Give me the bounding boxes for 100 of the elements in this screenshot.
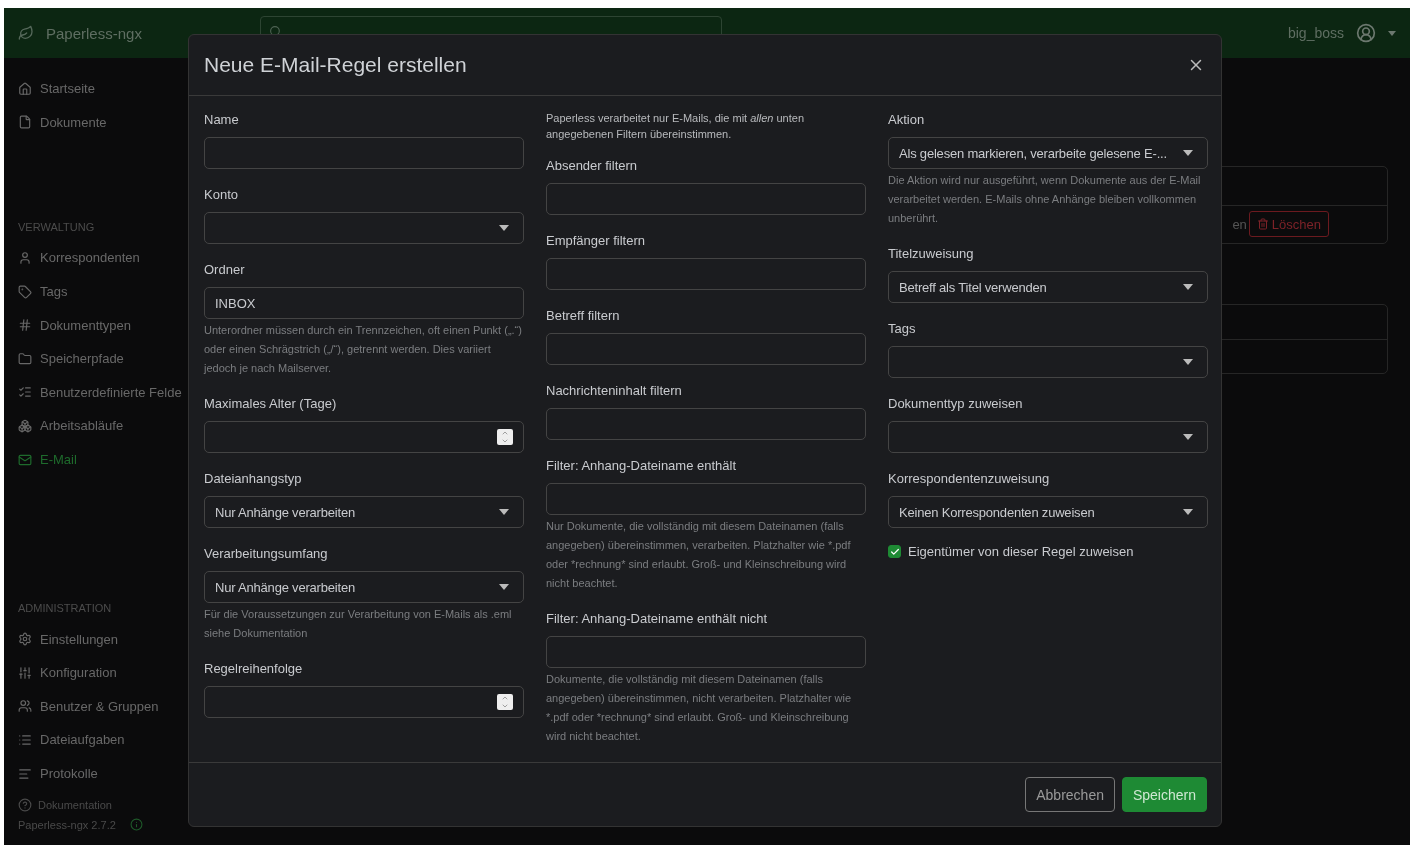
sidebar-item[interactable]: Konfiguration (18, 655, 117, 690)
sidebar-icon (18, 766, 32, 781)
info-icon[interactable] (129, 818, 143, 832)
save-button[interactable]: Speichern (1121, 777, 1207, 812)
field-label: Konto (204, 186, 239, 205)
select-dropdown[interactable] (204, 212, 524, 245)
sidebar-item[interactable]: Arbeitsabläufe (18, 409, 124, 443)
brand-name[interactable]: Paperless-ngx (46, 24, 142, 42)
sidebar-item[interactable]: E-Mail (18, 442, 77, 477)
field-label: Absender filtern (546, 157, 639, 176)
sidebar-icon (18, 318, 32, 333)
version-text: Paperless-ngx 2.7.2 (18, 818, 116, 831)
sidebar-icon (18, 81, 32, 96)
sidebar-item[interactable]: Startseite (18, 72, 95, 106)
select-dropdown[interactable]: Nur Anhänge verarbeiten (204, 496, 524, 529)
field-label: Dokumenttyp zuweisen (888, 395, 1024, 414)
sidebar-icon (18, 632, 32, 647)
spinner-icon[interactable] (497, 429, 513, 446)
sidebar-icon (18, 452, 32, 467)
username[interactable]: big_boss (1287, 25, 1344, 41)
caret-icon (499, 584, 509, 591)
documentation-link[interactable]: Dokumentation (18, 798, 112, 813)
partial-text: en (1232, 216, 1247, 232)
sidebar-item[interactable]: Speicherpfade (18, 341, 124, 376)
caret-icon (1183, 509, 1193, 516)
select-dropdown[interactable]: Keinen Korrespondenten zuweisen (888, 496, 1208, 529)
select-dropdown[interactable] (888, 421, 1208, 454)
sidebar-icon (18, 385, 32, 400)
sidebar-item[interactable]: Protokolle (18, 756, 98, 791)
sidebar-item[interactable]: Dokumenttypen (18, 308, 132, 342)
text-input[interactable] (546, 333, 866, 366)
caret-icon (499, 225, 509, 232)
delete-button[interactable]: Löschen (1248, 211, 1329, 238)
text-input[interactable]: INBOX (204, 287, 524, 320)
sidebar-item[interactable]: Dokumente (18, 105, 107, 140)
caret-icon (1388, 30, 1396, 36)
field-label: Titelzuweisung (888, 245, 975, 264)
text-input[interactable] (546, 408, 866, 441)
sidebar-item[interactable]: Benutzerdefinierte Felde (18, 375, 182, 410)
section-heading: ADMINISTRATION (18, 601, 112, 615)
field-label: Filter: Anhang-Dateiname enthält (546, 457, 738, 476)
sidebar-icon (18, 115, 32, 130)
sidebar-item[interactable]: Tags (18, 274, 68, 309)
caret-icon (1183, 359, 1193, 366)
field-label: Maximales Alter (Tage) (204, 395, 338, 414)
caret-icon (1183, 150, 1193, 157)
sidebar-icon (18, 351, 32, 366)
number-input[interactable] (204, 421, 524, 454)
text-input[interactable] (546, 636, 866, 669)
select-dropdown[interactable]: Betreff als Titel verwenden (888, 271, 1208, 304)
sidebar-icon (18, 732, 32, 747)
field-label: Tags (888, 320, 917, 339)
help-text: Die Aktion wird nur ausgeführt, wenn Dokumente aus der E-Mail verarbeitet werden. E-Mails ohne Anhänge bleiben vollkommen unberührt. (888, 173, 1202, 227)
field-label: Filter: Anhang-Dateiname enthält nicht (546, 610, 769, 629)
field-label: Betreff filtern (546, 307, 621, 326)
leaf-icon (18, 25, 34, 41)
sidebar-icon (18, 699, 32, 714)
field-label: Ordner (204, 261, 246, 280)
sidebar-item[interactable]: Einstellungen (18, 622, 119, 656)
text-input[interactable] (204, 137, 524, 170)
field-label: Korrespondentenzuweisung (888, 470, 1051, 489)
sidebar-item[interactable]: Korrespondenten (18, 241, 140, 275)
help-text: Dokumente, die vollständig mit diesem Dateinamen (falls angegeben) übereinstimmen, nicht verarbeiten. Platzhalter wie *.pdf oder *rechnung* sind erlaubt. Groß- und Kleinschreibung wird nicht beachtet. (546, 672, 853, 745)
sidebar-icon (18, 418, 32, 433)
text-input[interactable] (546, 258, 866, 291)
user-avatar-icon[interactable] (1356, 23, 1376, 43)
sidebar-icon (18, 665, 32, 680)
checkbox[interactable] (888, 545, 901, 559)
sidebar-item[interactable]: Benutzer & Gruppen (18, 689, 159, 724)
field-label: Name (204, 111, 240, 130)
field-label: Aktion (888, 111, 926, 130)
select-dropdown[interactable]: Nur Anhänge verarbeiten (204, 571, 524, 604)
sidebar-icon (18, 251, 32, 265)
help-icon (18, 798, 32, 813)
field-label: Verarbeitungsumfang (204, 545, 329, 564)
sidebar-icon (18, 284, 32, 299)
modal-title: Neue E-Mail-Regel erstellen (204, 53, 467, 77)
trash-icon (1256, 218, 1269, 231)
field-label: Regelreihenfolge (204, 660, 304, 679)
help-text: Für die Voraussetzungen zur Verarbeitung von E-Mails als .eml siehe Dokumentation (204, 607, 513, 642)
field-label: Empfänger filtern (546, 232, 646, 251)
text-input[interactable] (546, 483, 866, 516)
help-text: Nur Dokumente, die vollständig mit diesem Dateinamen (falls angegeben) übereinstimmen, verarbeiten. Platzhalter wie *.pdf oder *rechnung* sind erlaubt. Groß- und Kleinschreibung wird nicht beachtet. (546, 519, 852, 592)
select-dropdown[interactable] (888, 346, 1208, 379)
owner-checkbox[interactable]: Eigentümer von dieser Regel zuweisen (888, 544, 1208, 560)
caret-icon (499, 509, 509, 516)
sidebar-item[interactable]: Dateiaufgaben (18, 723, 125, 757)
spinner-icon[interactable] (497, 694, 513, 711)
caret-icon (1183, 434, 1193, 441)
section-heading: VERWALTUNG (18, 220, 95, 234)
field-label: Nachrichteninhalt filtern (546, 382, 683, 401)
cancel-button[interactable]: Abbrechen (1025, 777, 1115, 812)
field-label: Dateianhangstyp (204, 470, 303, 489)
select-dropdown[interactable]: Als gelesen markieren, verarbeite gelesene E-... (888, 137, 1208, 170)
caret-icon (1183, 284, 1193, 291)
text-input[interactable] (546, 183, 866, 216)
check-icon (889, 546, 900, 557)
filter-note: Paperless verarbeitet nur E-Mails, die mit allen unten angegebenen Filtern übereinstimmen. (546, 111, 806, 143)
help-text: Unterordner müssen durch ein Trennzeichen, oft einen Punkt („.“) oder einen Schrägstrich („/“), getrennt werden. Dies variiert jedoch je nach Mailserver. (204, 323, 523, 377)
number-input[interactable] (204, 686, 524, 719)
